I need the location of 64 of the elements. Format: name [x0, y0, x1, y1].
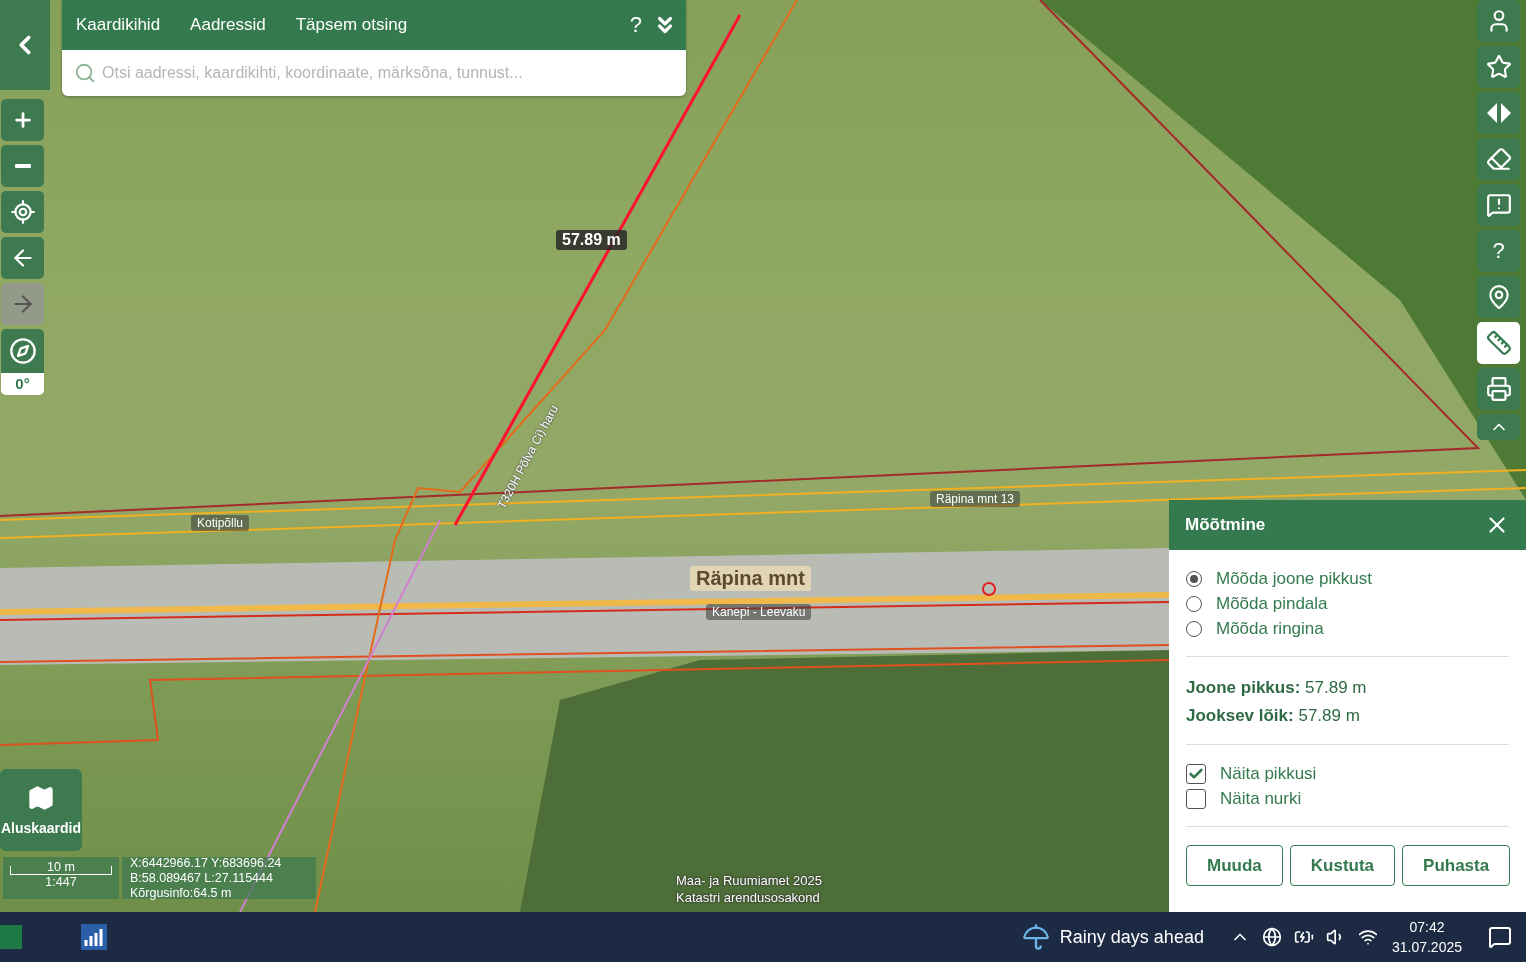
- printer-icon: [1485, 376, 1512, 402]
- coordinate-text: X:6442966.17 Y:683696.24: [130, 855, 283, 871]
- header-tab[interactable]: Aadressid: [190, 11, 278, 39]
- ruler-icon: [1485, 330, 1512, 356]
- checkbox[interactable]: [1186, 764, 1206, 784]
- user-tool-button[interactable]: [1477, 0, 1520, 42]
- zoom-out-button[interactable]: [1, 145, 44, 187]
- pin-tool-button[interactable]: [1477, 276, 1520, 318]
- checkbox[interactable]: [1186, 789, 1206, 809]
- star-tool-button[interactable]: [1477, 46, 1520, 88]
- map-label: Räpina mnt 13: [930, 491, 1021, 507]
- radio-option[interactable]: Mõõda ringina: [1186, 618, 1509, 640]
- notifications-icon[interactable]: [1488, 925, 1512, 949]
- rotation-reading: 0°: [1, 373, 44, 395]
- result-text: Joone pikkus: 57.89 m: [1186, 677, 1368, 699]
- compare-tool-button[interactable]: [1477, 92, 1520, 134]
- clock[interactable]: 07:42 31.07.2025: [1391, 917, 1462, 957]
- minus-icon: [14, 164, 31, 168]
- map-icon: [27, 784, 55, 812]
- result-text: Jooksev lõik: 57.89 m: [1186, 705, 1361, 727]
- star-icon: [1485, 54, 1512, 80]
- wifi-icon[interactable]: [1357, 927, 1378, 947]
- radio-option[interactable]: Mõõda joone pikkust: [1186, 568, 1509, 590]
- umbrella-icon: [1021, 923, 1050, 951]
- header-tab[interactable]: Täpsem otsing: [295, 11, 420, 39]
- search-icon: [74, 62, 96, 84]
- header-tab[interactable]: Kaardikihid: [76, 11, 173, 39]
- map-label: Räpina mnt: [690, 566, 811, 591]
- map-label: Kotipõllu: [191, 515, 250, 531]
- panel-button[interactable]: Puhasta: [1402, 845, 1511, 886]
- split-arrows-icon: [1485, 102, 1512, 124]
- radio-option[interactable]: Mõõda pindala: [1186, 593, 1509, 615]
- feedback-tool-button[interactable]: [1477, 184, 1520, 226]
- weather-text: Rainy days ahead: [1059, 926, 1204, 948]
- measurement-label: 57.89 m: [556, 230, 627, 250]
- panel-button[interactable]: Muuda: [1186, 845, 1283, 886]
- aerial-map[interactable]: [0, 0, 1526, 912]
- print-tool-button[interactable]: [1477, 368, 1520, 410]
- panel-title: Mõõtmine: [1185, 515, 1266, 535]
- compass-icon: [8, 337, 37, 365]
- map-label: Kanepi - Leevaku: [706, 604, 812, 620]
- locate-button[interactable]: [1, 191, 44, 233]
- coordinate-text: B:58.089467 L:27.115444: [130, 870, 274, 886]
- compass-button[interactable]: [1, 329, 44, 373]
- message-alert-icon: [1485, 192, 1512, 218]
- ruler-tool-button[interactable]: [1477, 322, 1520, 364]
- checkbox-option[interactable]: Näita pikkusi: [1186, 763, 1509, 785]
- attribution-text: Maa- ja Ruumiamet 2025: [676, 872, 822, 889]
- help-button[interactable]: ?: [1477, 230, 1520, 272]
- search-bar[interactable]: Otsi aadressi, kaardikihti, koordinaate, märksõna, tunnust...: [62, 50, 686, 96]
- checkbox-option[interactable]: Näita nurki: [1186, 788, 1509, 810]
- scale-ratio: 1:447: [45, 875, 77, 890]
- help-button[interactable]: ?: [623, 12, 648, 38]
- locate-icon: [9, 199, 36, 225]
- weather-widget[interactable]: Rainy days ahead: [1021, 923, 1204, 951]
- attribution-text: Katastri arendusosakond: [676, 889, 821, 906]
- back-button[interactable]: [1, 237, 44, 279]
- basemaps-button[interactable]: Aluskaardid: [0, 769, 82, 851]
- eraser-tool-button[interactable]: [1477, 138, 1520, 180]
- coordinate-text: Kõrgusinfo:64.5 m: [130, 885, 233, 901]
- zoom-in-button[interactable]: [1, 99, 44, 141]
- eraser-icon: [1485, 146, 1512, 172]
- side-panel-toggle[interactable]: [0, 0, 50, 90]
- panel-button[interactable]: Kustuta: [1289, 845, 1396, 886]
